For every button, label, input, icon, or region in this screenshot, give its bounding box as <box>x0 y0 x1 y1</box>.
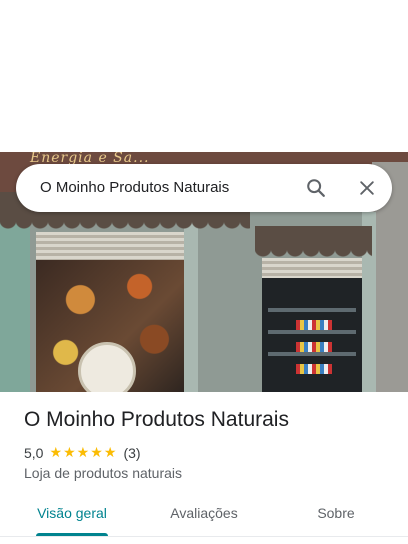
shutter <box>36 232 184 260</box>
awning-edge <box>0 220 250 230</box>
mural-plate <box>78 342 136 392</box>
shelf <box>268 330 356 334</box>
star-icon: ★ <box>90 445 103 461</box>
awning-edge <box>255 248 372 258</box>
star-icon: ★ <box>103 445 117 461</box>
place-title: O Moinho Produtos Naturais <box>24 408 289 431</box>
rating-row[interactable]: 5,0 ★ ★ ★ ★ ★ (3) <box>24 444 141 462</box>
close-icon <box>360 181 374 195</box>
shelf <box>268 308 356 312</box>
shop-door <box>262 278 362 392</box>
star-icon: ★ <box>63 445 76 461</box>
tab-bar: Visão geral Avaliações Sobre <box>0 500 408 536</box>
close-button[interactable] <box>353 174 381 202</box>
search-input[interactable]: O Moinho Produtos Naturais <box>40 164 229 212</box>
rating-value: 5,0 <box>24 445 44 461</box>
shelf <box>268 352 356 356</box>
divider <box>0 536 408 537</box>
star-rating: ★ ★ ★ ★ ★ <box>49 446 117 460</box>
search-button[interactable] <box>302 174 330 202</box>
place-category[interactable]: Loja de produtos naturais <box>24 465 182 481</box>
shelf-goods <box>296 320 332 330</box>
tab-reviews[interactable]: Avaliações <box>152 500 256 536</box>
review-count[interactable]: (3) <box>123 445 140 461</box>
star-icon: ★ <box>76 445 90 461</box>
search-icon <box>307 179 325 197</box>
search-bar[interactable]: O Moinho Produtos Naturais <box>16 164 392 212</box>
star-icon: ★ <box>49 445 63 461</box>
awning <box>255 226 372 248</box>
tab-about[interactable]: Sobre <box>284 500 388 536</box>
shelf-goods <box>296 364 332 374</box>
shelf-goods <box>296 342 332 352</box>
map-blank-area <box>0 0 408 152</box>
pillar <box>184 212 198 392</box>
tab-overview[interactable]: Visão geral <box>20 500 124 536</box>
shutter <box>262 258 362 278</box>
